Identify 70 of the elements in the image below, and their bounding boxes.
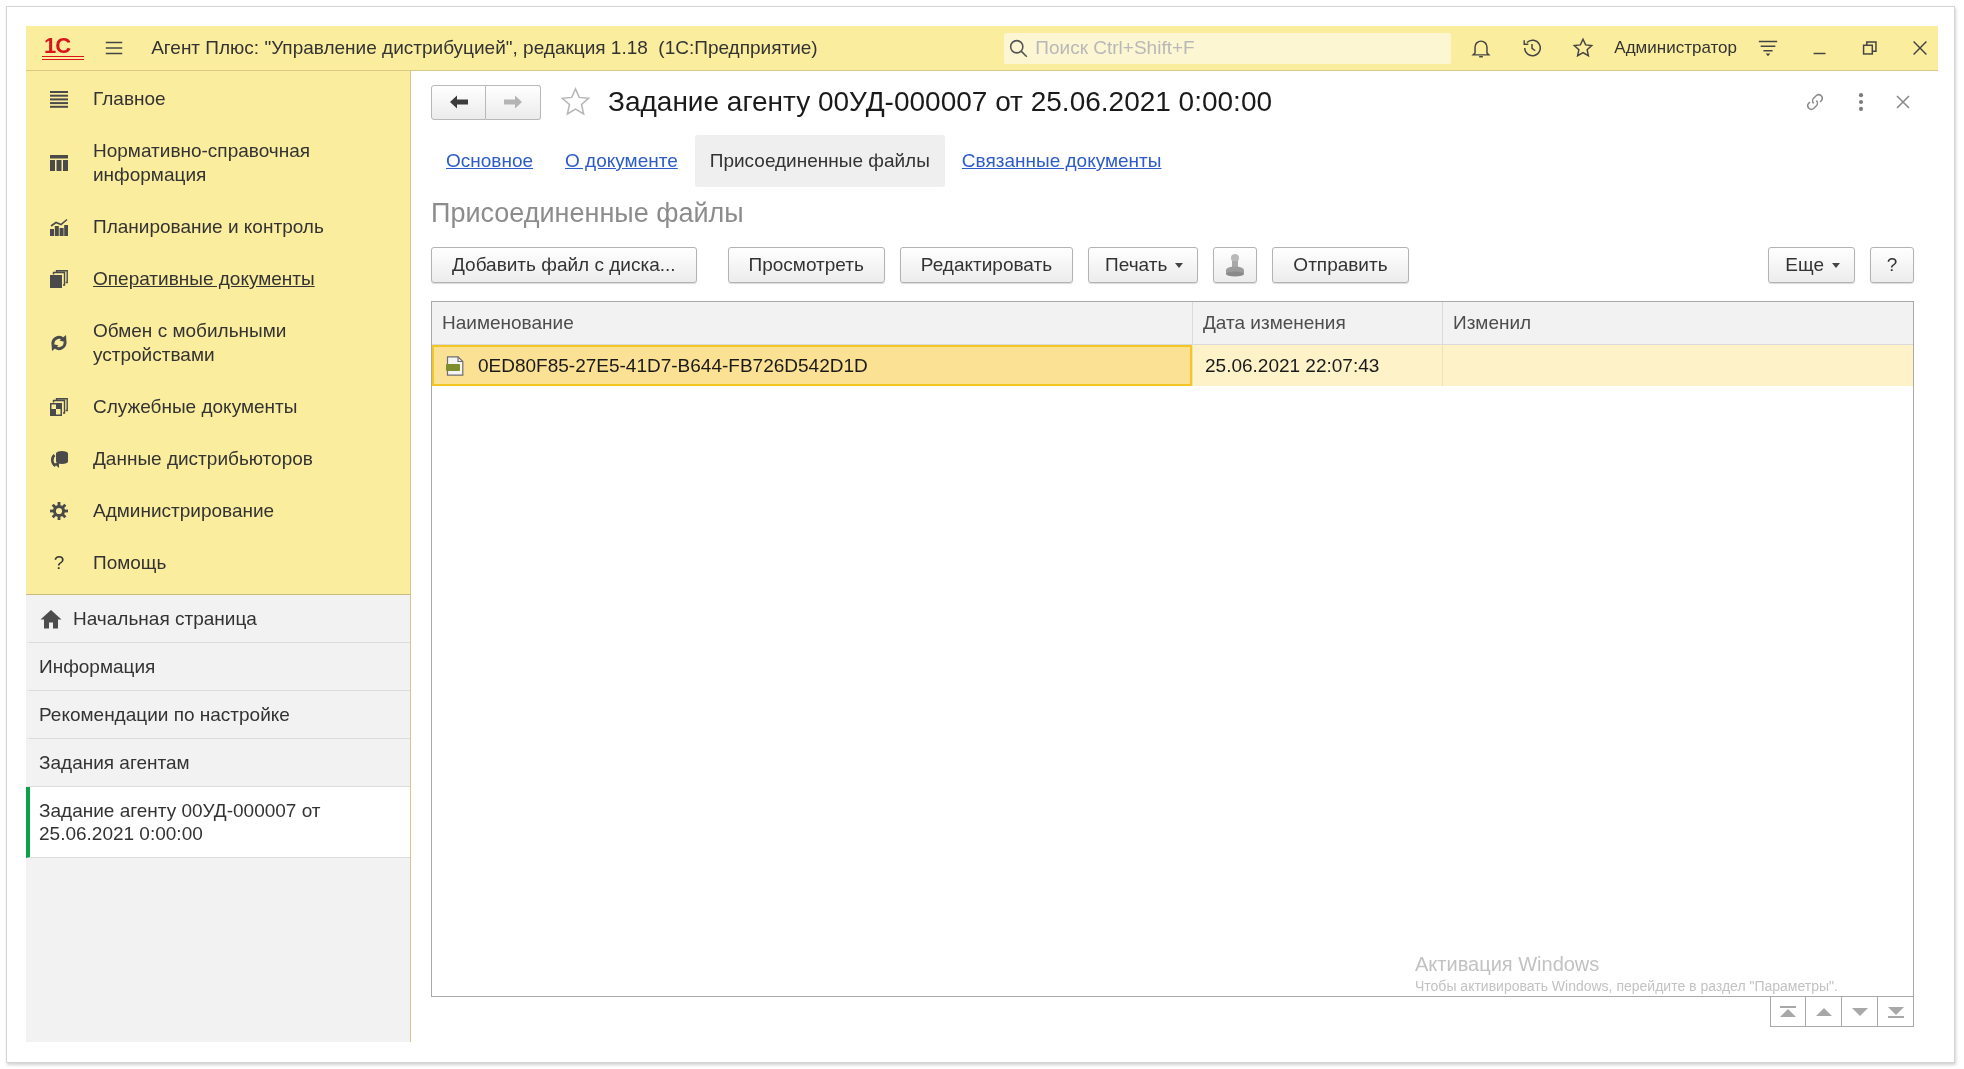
triangle-up-bar-icon [1780, 1005, 1796, 1018]
sidebar-item[interactable]: Данные дистрибьюторов [26, 433, 410, 485]
column-header[interactable]: Наименование [432, 302, 1193, 344]
search-field[interactable]: Поиск Ctrl+Shift+F [1004, 32, 1452, 64]
open-page-item[interactable]: Задание агенту 00УД-000007 от 25.06.2021 0:00:00 [26, 787, 410, 858]
tab[interactable]: Основное [431, 135, 549, 187]
home-icon [40, 608, 62, 629]
open-page-item[interactable]: Информация [26, 643, 410, 691]
search-icon [1008, 37, 1030, 59]
table-cell: 25.06.2021 22:07:43 [1193, 345, 1443, 386]
sidebar-item[interactable]: ? Помощь [26, 537, 410, 589]
toolbar-button[interactable]: Отправить [1272, 247, 1409, 283]
bell-icon[interactable] [1470, 37, 1493, 59]
toolbar-button[interactable]: ? [1870, 247, 1914, 283]
star-icon[interactable] [560, 87, 591, 117]
table-row[interactable]: 0ED80F85-27E5-41D7-B644-FB726D542D1D 25.06.2021 22:07:43 [432, 345, 1913, 386]
sidebar-item[interactable]: Администрирование [26, 485, 410, 537]
table-icon [50, 154, 68, 172]
toolbar-button[interactable]: Редактировать [899, 247, 1074, 283]
column-header[interactable]: Дата изменения [1193, 302, 1443, 344]
sidebar-item[interactable]: Главное [26, 73, 410, 125]
caret-icon [1175, 262, 1184, 268]
triangle-down-icon [1851, 1005, 1868, 1018]
stamp-icon [1224, 253, 1247, 277]
file-icon [446, 355, 464, 376]
open-page-item[interactable]: Начальная страница [26, 595, 410, 643]
bar-chart-icon [50, 218, 68, 236]
gear-icon [50, 502, 68, 520]
right-arrow-icon [503, 94, 523, 110]
activation-message: Чтобы активировать Windows, перейдите в раздел "Параметры". [1415, 977, 1838, 996]
toolbar-button[interactable]: Просмотреть [727, 247, 885, 283]
section-title: Присоединенные файлы [431, 197, 745, 230]
toolbar-button[interactable]: Добавить файл с диска... [431, 247, 697, 283]
star-icon[interactable] [1572, 37, 1595, 59]
tab[interactable]: Присоединенные файлы [694, 135, 945, 187]
scroll-top-button[interactable] [1770, 997, 1806, 1027]
open-page-item[interactable]: Рекомендации по настройке [26, 691, 410, 739]
dropdown-button[interactable]: Печать [1088, 247, 1199, 283]
documents-icon [50, 398, 68, 416]
sidebar-item[interactable]: Нормативно-справочная информация [26, 125, 410, 201]
file-name: 0ED80F85-27E5-41D7-B644-FB726D542D1D [478, 354, 868, 377]
tab[interactable]: Связанные документы [946, 135, 1177, 187]
document-title: Задание агенту 00УД-000007 от 25.06.2021 0:00:00 [608, 86, 1273, 118]
stamp-button[interactable] [1213, 247, 1258, 283]
left-arrow-icon [448, 94, 469, 110]
triangle-down-bar-icon [1887, 1005, 1904, 1018]
scroll-bottom-button[interactable] [1878, 997, 1914, 1027]
database-icon [50, 450, 68, 468]
documents-icon [50, 270, 68, 288]
scroll-down-button[interactable] [1842, 997, 1878, 1027]
list-icon [50, 90, 68, 108]
sidebar-item[interactable]: Оперативные документы [26, 253, 410, 305]
caret-icon [1832, 262, 1840, 268]
dropdown-button[interactable]: Еще [1768, 247, 1855, 283]
tab[interactable]: О документе [550, 135, 693, 187]
column-header[interactable]: Изменил [1443, 302, 1913, 344]
sidebar-item[interactable]: Обмен с мобильными устройствами [26, 305, 410, 381]
user-name[interactable]: Администратор [1614, 38, 1737, 58]
back-button[interactable] [431, 84, 486, 120]
window-title: Агент Плюс: "Управление дистрибуцией", редакция 1.18 (1С:Предприятие) [151, 37, 818, 59]
app-logo: 1С [42, 36, 85, 60]
scroll-up-button[interactable] [1806, 997, 1842, 1027]
activation-title: Активация Windows [1415, 952, 1601, 976]
sidebar-item[interactable]: Служебные документы [26, 381, 410, 433]
history-icon[interactable] [1521, 37, 1544, 59]
link-icon[interactable] [1804, 91, 1826, 113]
triangle-up-icon [1815, 1005, 1832, 1018]
refresh-icon [50, 334, 68, 352]
question-mark-icon: ? [50, 551, 68, 575]
sidebar-item[interactable]: Планирование и контроль [26, 201, 410, 253]
